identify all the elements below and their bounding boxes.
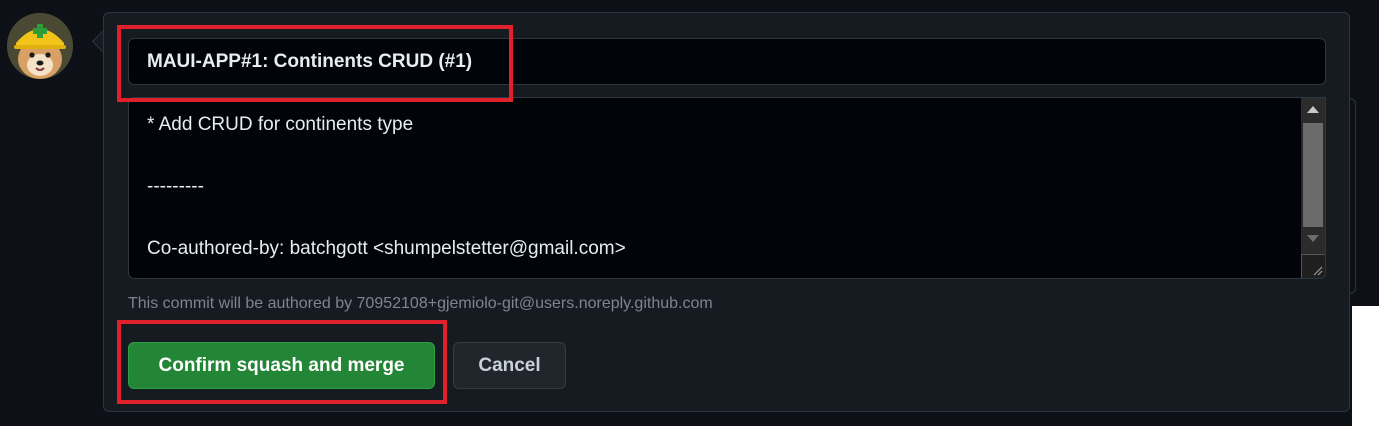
shiba-avatar-icon	[7, 13, 73, 79]
arrow-down-icon[interactable]	[1301, 228, 1325, 250]
message-scrollbar[interactable]	[1301, 98, 1325, 278]
page-edge	[1352, 306, 1379, 426]
cancel-button[interactable]: Cancel	[453, 342, 566, 389]
scrollbar-thumb[interactable]	[1303, 123, 1323, 227]
avatar	[7, 13, 73, 79]
confirm-squash-merge-button[interactable]: Confirm squash and merge	[128, 342, 435, 389]
commit-title-input[interactable]	[128, 38, 1326, 85]
resize-grip-icon[interactable]	[1301, 254, 1325, 278]
arrow-up-icon[interactable]	[1301, 98, 1325, 120]
commit-message-textarea[interactable]: * Add CRUD for continents type ---------…	[128, 97, 1326, 279]
commit-author-note: This commit will be authored by 70952108…	[128, 295, 713, 312]
message-line: * Add CRUD for continents type	[147, 114, 414, 135]
message-line: ---------	[147, 176, 204, 197]
message-line: Co-authored-by: batchgott <shumpelstette…	[147, 238, 626, 259]
